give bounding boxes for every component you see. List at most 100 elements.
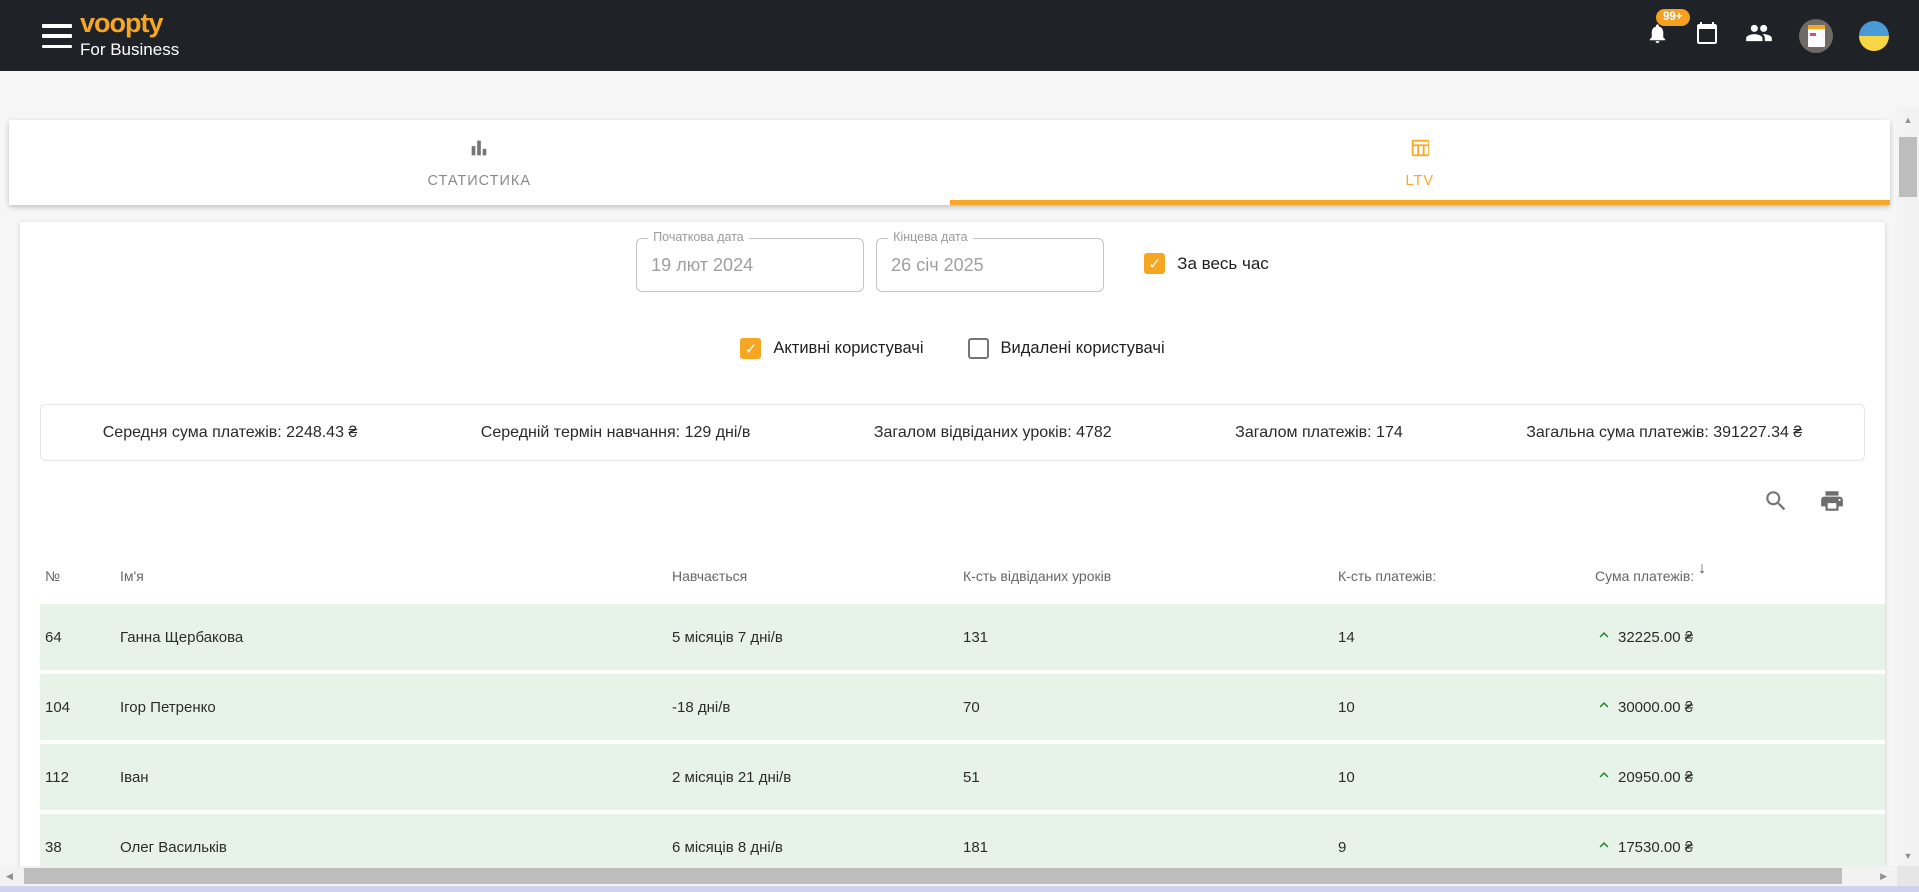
tab-ltv[interactable]: LTV [950,120,1891,205]
checkbox-checked-icon [1144,253,1166,274]
row-number: 112 [45,768,69,786]
row-payments: 9 [1338,838,1347,856]
horizontal-scrollbar[interactable]: ◀ ▶ [0,866,1897,886]
vertical-scrollbar[interactable]: ▲ ▼ [1897,108,1919,866]
row-payments: 14 [1338,628,1355,646]
row-payments: 10 [1338,768,1355,786]
user-filter-row: Активні користувачі Видалені користувачі [20,338,1885,359]
start-date-input[interactable]: Початкова дата 19 лют 2024 [636,230,865,292]
row-lessons: 51 [963,768,980,786]
active-users-label: Активні користувачі [773,339,924,357]
row-name: Ганна Щербакова [120,628,244,646]
row-sum: 30000.00 ₴ [1595,696,1885,718]
sort-desc-icon[interactable]: ↓ [1698,560,1706,578]
row-name: Олег Васильків [120,838,227,856]
stat-average-payment: Середня сума платежів: 2248.43 ₴ [102,423,358,441]
scroll-left-icon[interactable]: ◀ [6,866,13,886]
tab-statistics-label: СТАТИСТИКА [427,172,532,189]
trend-up-icon [1595,696,1613,718]
calendar-icon [1695,21,1719,50]
active-users-checkbox[interactable]: Активні користувачі [740,338,924,359]
row-number: 38 [45,838,62,856]
stat-total-payments: Загалом платежів: 174 [1235,423,1403,441]
search-icon [1766,491,1786,511]
end-date-label: Кінцева дата [888,230,973,244]
row-name: Ігор Петренко [120,698,216,716]
tab-bar: СТАТИСТИКА LTV [9,120,1890,205]
table-toolbar [1763,488,1845,514]
col-sum-label: Сума платежів: [1595,568,1695,584]
vertical-scrollbar-thumb[interactable] [1899,137,1917,197]
stat-average-duration: Середній термін навчання: 129 дні/в [480,423,751,441]
logo-subtitle: For Business [80,39,180,59]
stat-total-sum: Загальна сума платежів: 391227.34 ₴ [1526,423,1803,441]
date-filter-row: Початкова дата 19 лют 2024 Кінцева дата … [20,230,1885,292]
scrollbar-corner [1897,866,1919,886]
deleted-users-checkbox[interactable]: Видалені користувачі [967,338,1165,359]
horizontal-scrollbar-thumb[interactable] [24,868,1842,884]
row-duration: -18 дні/в [672,698,731,716]
bell-icon [1646,22,1669,50]
print-button[interactable] [1819,488,1845,514]
row-duration: 6 місяців 8 дні/в [672,838,783,856]
tab-ltv-label: LTV [1405,172,1435,189]
row-duration: 2 місяців 21 дні/в [672,768,792,786]
col-number: № [45,568,61,584]
table-row[interactable]: 64 Ганна Щербакова 5 місяців 7 дні/в 131… [40,604,1885,670]
row-sum-value: 17530.00 ₴ [1618,838,1694,856]
row-number: 104 [45,698,71,716]
all-time-label: За весь час [1177,253,1269,273]
search-button[interactable] [1763,488,1789,514]
header-icons: 99+ [1646,0,1889,71]
active-tab-indicator [949,200,1890,205]
row-sum-value: 32225.00 ₴ [1618,628,1694,646]
row-lessons: 181 [963,838,989,856]
logo[interactable]: voopty For Business [80,8,180,59]
row-sum: 20950.00 ₴ [1595,766,1885,788]
summary-bar: Середня сума платежів: 2248.43 ₴ Середні… [40,404,1865,461]
trend-up-icon [1595,626,1613,648]
people-icon [1745,19,1773,52]
calendar-button[interactable] [1695,21,1719,50]
table-row[interactable]: 112 Іван 2 місяців 21 дні/в 51 10 20950.… [40,744,1885,810]
deleted-users-label: Видалені користувачі [1000,339,1165,357]
bar-chart-icon [468,137,490,164]
avatar-image [1807,24,1825,47]
ltv-table: № Ім'я Навчається К-сть відвіданих урокі… [40,548,1885,884]
col-payments: К-сть платежів: [1338,568,1437,584]
menu-button[interactable] [42,24,74,48]
app-header: voopty For Business 99+ [0,0,1919,71]
scroll-right-icon[interactable]: ▶ [1880,866,1887,886]
profile-button[interactable] [1799,18,1833,53]
all-time-checkbox[interactable]: За весь час [1144,253,1269,274]
col-duration: Навчається [672,568,748,584]
tab-statistics[interactable]: СТАТИСТИКА [9,120,950,205]
avatar [1799,18,1833,53]
col-sum[interactable]: Сума платежів: ↓ [1595,560,1885,584]
logo-text: voopty [80,8,164,38]
language-toggle[interactable] [1859,20,1889,51]
hamburger-icon [42,24,72,28]
row-name: Іван [120,768,149,786]
stat-total-lessons: Загалом відвіданих уроків: 4782 [873,423,1112,441]
table-row[interactable]: 104 Ігор Петренко -18 дні/в 70 10 30000.… [40,674,1885,740]
row-sum-value: 30000.00 ₴ [1618,698,1694,716]
clients-button[interactable] [1745,19,1773,52]
scroll-down-icon[interactable]: ▼ [1897,846,1919,866]
content-panel: Початкова дата 19 лют 2024 Кінцева дата … [20,222,1885,892]
end-date-input[interactable]: Кінцева дата 26 січ 2025 [876,230,1105,292]
checkbox-unchecked-icon [967,338,989,359]
notifications-button[interactable]: 99+ [1646,8,1690,50]
checkbox-checked-icon [740,338,762,359]
row-sum: 17530.00 ₴ [1595,836,1885,858]
start-date-value: 19 лют 2024 [651,255,754,275]
col-name: Ім'я [120,568,144,584]
scroll-up-icon[interactable]: ▲ [1897,110,1919,130]
table-header-row: № Ім'я Навчається К-сть відвіданих урокі… [40,548,1885,604]
row-sum: 32225.00 ₴ [1595,626,1885,648]
start-date-label: Початкова дата [648,230,749,244]
end-date-value: 26 січ 2025 [891,255,984,275]
trend-up-icon [1595,766,1613,788]
taskbar-edge [0,886,1919,892]
table-chart-icon [1409,137,1431,164]
